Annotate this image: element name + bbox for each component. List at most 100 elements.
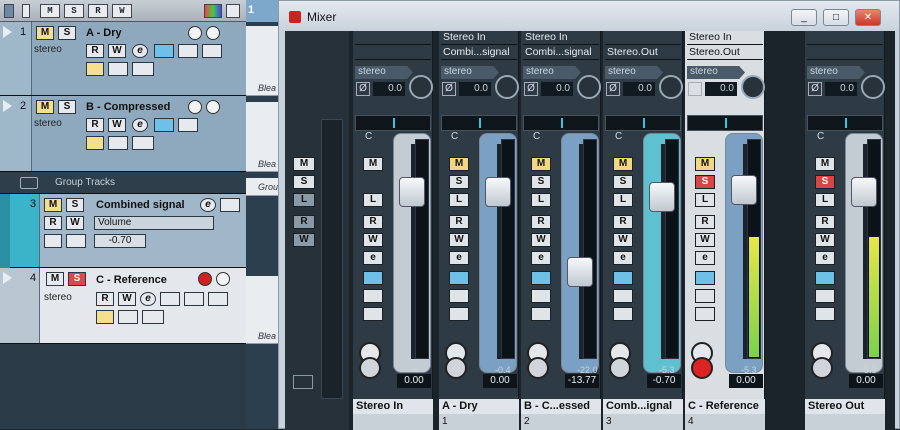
output-routing[interactable]: Stereo.Out	[605, 46, 681, 60]
solo-button[interactable]: S	[68, 272, 86, 286]
fader-handle[interactable]	[851, 177, 877, 207]
lock-icon[interactable]	[118, 310, 138, 324]
eq-bypass-icon[interactable]	[531, 289, 551, 303]
send-bypass-icon[interactable]	[613, 307, 633, 321]
write-button[interactable]: W	[118, 292, 136, 306]
read-button[interactable]: R	[531, 215, 551, 229]
pan-control[interactable]	[441, 115, 517, 131]
listen-button[interactable]: L	[613, 193, 633, 207]
expand-icon[interactable]	[3, 100, 12, 112]
write-button[interactable]: W	[363, 233, 383, 247]
phase-icon[interactable]: Ø	[688, 82, 702, 96]
input-gain-knob[interactable]	[577, 75, 601, 99]
automation-value[interactable]: -0.70	[94, 234, 146, 248]
read-button[interactable]: R	[44, 216, 62, 230]
insert-bypass-icon[interactable]	[695, 271, 715, 285]
record-enable-button[interactable]	[188, 26, 202, 40]
lanes-icon[interactable]	[132, 62, 154, 76]
global-solo-button[interactable]: S	[293, 175, 315, 189]
track-name[interactable]: A - Dry	[86, 27, 122, 39]
track-row-c-reference[interactable]: 4 M S C - Reference stereo R W e	[0, 268, 246, 344]
lock-icon[interactable]	[108, 62, 128, 76]
output-routing[interactable]: Combi...signal	[523, 46, 599, 60]
input-routing[interactable]	[807, 31, 883, 45]
fader-handle[interactable]	[485, 177, 511, 207]
record-enable-button[interactable]	[359, 357, 381, 379]
edit-channel-button[interactable]: e	[140, 292, 156, 306]
input-gain-value[interactable]: 0.0	[825, 82, 857, 96]
channel-strip[interactable]: stereo Ø 0.0 C M L R We -∞ 0.00 Stereo In	[353, 31, 433, 430]
phase-icon[interactable]: Ø	[808, 82, 822, 96]
solo-button[interactable]: S	[449, 175, 469, 189]
eq-bypass-icon[interactable]	[363, 289, 383, 303]
read-button[interactable]: R	[449, 215, 469, 229]
input-routing[interactable]	[605, 31, 681, 45]
pan-control[interactable]	[807, 115, 883, 131]
insert-bypass-icon[interactable]	[220, 198, 240, 212]
input-gain-value[interactable]: 0.0	[541, 82, 573, 96]
track-row-combined-signal[interactable]: 3 M S Combined signal e R W Volume -0.70	[0, 194, 246, 268]
solo-button[interactable]: S	[66, 198, 84, 212]
mute-button[interactable]: M	[613, 157, 633, 171]
mute-button[interactable]: M	[36, 26, 54, 40]
channel-strip[interactable]: Stereo In Stereo.Out stereo Ø 0.0 C M S L R We -5.3…	[685, 31, 765, 430]
global-listen-button[interactable]: L	[293, 193, 315, 207]
send-bypass-icon[interactable]	[363, 307, 383, 321]
ruler[interactable]: 1	[246, 0, 278, 22]
color-picker-icon[interactable]	[204, 4, 222, 18]
insert-bypass-icon[interactable]	[531, 271, 551, 285]
channel-strip[interactable]: stereo Ø 0.0 C M S L R We -5.3 0.00 Stereo Out	[805, 31, 885, 430]
listen-button[interactable]: L	[531, 193, 551, 207]
input-gain-knob[interactable]	[495, 75, 519, 99]
volume-value[interactable]: 0.00	[849, 374, 883, 388]
record-enable-button[interactable]	[198, 272, 212, 286]
phase-icon[interactable]: Ø	[356, 82, 370, 96]
channel-name[interactable]: Stereo Out	[805, 399, 885, 414]
read-button[interactable]: R	[86, 44, 104, 58]
channel-strip[interactable]: Stereo In Combi...signal stereo Ø 0.0 C M S L R We…	[521, 31, 601, 430]
read-button[interactable]: R	[815, 215, 835, 229]
volume-value[interactable]: -0.70	[647, 374, 681, 388]
insert-bypass-icon[interactable]	[160, 292, 180, 306]
mute-button[interactable]: M	[46, 272, 64, 286]
folder-track-group[interactable]: Group Tracks	[0, 172, 246, 194]
mute-button[interactable]: M	[36, 100, 54, 114]
insert-bypass-icon[interactable]	[363, 271, 383, 285]
input-gain-value[interactable]: 0.0	[373, 82, 405, 96]
send-bypass-icon[interactable]	[208, 292, 228, 306]
lock-icon[interactable]	[66, 234, 86, 248]
read-button[interactable]: R	[613, 215, 633, 229]
input-gain-value[interactable]: 0.0	[705, 82, 737, 96]
write-button[interactable]: W	[815, 233, 835, 247]
fader-handle[interactable]	[649, 182, 675, 212]
send-bypass-icon[interactable]	[695, 307, 715, 321]
edit-channel-button[interactable]: e	[449, 251, 469, 265]
edit-channel-button[interactable]: e	[613, 251, 633, 265]
write-button[interactable]: W	[613, 233, 633, 247]
record-enable-button[interactable]	[527, 357, 549, 379]
channel-name[interactable]: A - Dry	[439, 399, 519, 414]
read-button[interactable]: R	[363, 215, 383, 229]
listen-button[interactable]: L	[695, 193, 715, 207]
input-routing[interactable]: Stereo In	[523, 31, 599, 45]
eq-bypass-icon[interactable]	[178, 118, 198, 132]
volume-value[interactable]: 0.00	[729, 374, 763, 388]
input-gain-knob[interactable]	[861, 75, 885, 99]
insert-bypass-icon[interactable]	[154, 44, 174, 58]
global-read-button[interactable]: R	[293, 215, 315, 229]
global-write-button[interactable]: W	[112, 4, 132, 18]
record-enable-button[interactable]	[609, 357, 631, 379]
edit-channel-button[interactable]: e	[363, 251, 383, 265]
read-button[interactable]: R	[695, 215, 715, 229]
input-gain-knob[interactable]	[741, 75, 765, 99]
minimize-button[interactable]: _	[791, 9, 817, 26]
lanes-icon[interactable]	[132, 136, 154, 150]
volume-value[interactable]: -13.77	[565, 374, 599, 388]
global-mute-button[interactable]: M	[293, 157, 315, 171]
automation-parameter[interactable]: Volume	[94, 216, 214, 230]
input-gain-value[interactable]: 0.0	[623, 82, 655, 96]
global-write-button[interactable]: W	[293, 233, 315, 247]
global-solo-button[interactable]: S	[64, 4, 84, 18]
edit-channel-button[interactable]: e	[531, 251, 551, 265]
insert-bypass-icon[interactable]	[613, 271, 633, 285]
